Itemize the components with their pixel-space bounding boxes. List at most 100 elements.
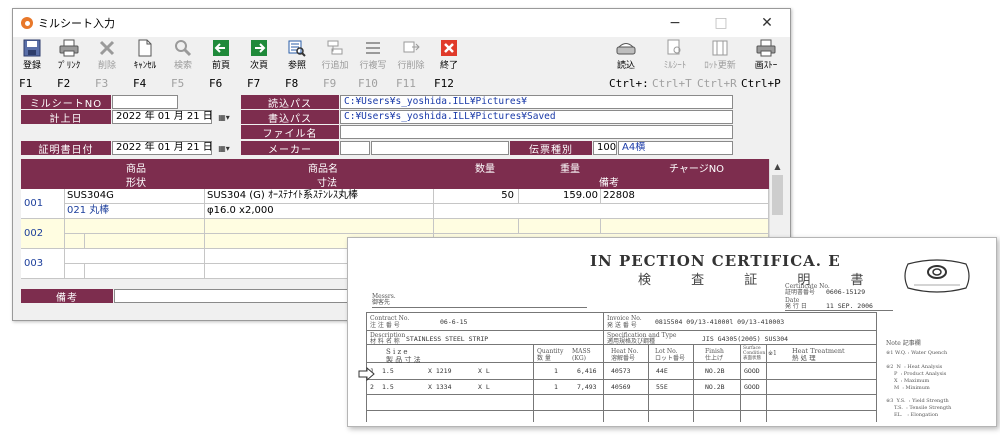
row2-charge-no[interactable] <box>601 219 769 234</box>
search-button[interactable]: 検索 <box>166 37 200 77</box>
scanner-button[interactable]: 読込 <box>609 37 643 77</box>
row-number-002[interactable]: 002 <box>21 219 65 249</box>
exit-button[interactable]: 終了 <box>432 37 466 77</box>
copy-row-label: 行複写 <box>359 61 387 71</box>
reference-icon <box>288 40 306 57</box>
cert-date-label: Date 発 行 日 <box>785 297 807 310</box>
cert-row1-heat: 40573 <box>611 367 631 375</box>
row-number-001[interactable]: 001 <box>21 189 65 219</box>
millsheet-button[interactable]: ﾐﾙｼｰﾄ <box>658 37 692 77</box>
maximize-button[interactable]: □ <box>698 9 744 37</box>
save-button[interactable]: 登録 <box>15 37 49 77</box>
print-icon <box>59 39 79 57</box>
fkey-f2: F2 <box>57 77 71 90</box>
file-name-field[interactable] <box>340 125 733 139</box>
add-row-icon <box>327 40 343 55</box>
row-number-003[interactable]: 003 <box>21 249 65 279</box>
row3-product[interactable] <box>65 249 205 264</box>
cancel-button[interactable]: ｷｬﾝｾﾙ <box>128 37 162 77</box>
cert-date-value: 11 SEP. 2006 <box>826 302 873 310</box>
window-title: ミルシート入力 <box>38 17 115 30</box>
row1-weight[interactable]: 159.00 <box>519 189 601 204</box>
fkey-f12: F12 <box>434 77 454 90</box>
toolbar: 登録 ﾌﾟﾘﾝｸ 削除 ｷｬﾝｾﾙ 検索 前頁 次頁 参照 行追加 行複写 行削… <box>13 37 790 77</box>
scroll-up-button[interactable]: ▲ <box>770 159 785 173</box>
row2-product[interactable] <box>65 219 205 234</box>
row1-charge-no[interactable]: 22808 <box>601 189 769 204</box>
row1-qty[interactable]: 50 <box>434 189 519 204</box>
fkey-f6: F6 <box>209 77 223 90</box>
cert-row1-lot: 44E <box>656 367 668 375</box>
row2-qty[interactable] <box>434 219 519 234</box>
row2-weight[interactable] <box>519 219 601 234</box>
close-button[interactable]: ✕ <box>744 9 790 37</box>
read-path-field[interactable]: C:¥Users¥s_yoshida.ILL¥Pictures¥ <box>340 95 733 109</box>
table-line <box>876 312 877 422</box>
note-2: ※2 N : Heat Analysis <box>886 364 943 370</box>
description-value: STAINLESS STEEL STRIP <box>406 335 489 343</box>
slip-type-name-field[interactable]: A4横 <box>618 141 733 155</box>
print-button[interactable]: ﾌﾟﾘﾝｸ <box>52 37 86 77</box>
cert-date-picker[interactable]: ▦▾ <box>213 141 235 155</box>
row2-shape[interactable] <box>85 234 205 249</box>
quantity-label: Quantity 数 量 <box>537 348 564 362</box>
slip-type-code-field[interactable]: 100 <box>593 141 617 155</box>
cert-row2-thickness: 1.5 <box>382 383 394 391</box>
write-path-field[interactable]: C:¥Users¥s_yoshida.ILL¥Pictures¥Saved <box>340 110 733 124</box>
lot-no-label: Lot No. ロット番号 <box>655 348 686 362</box>
prev-page-button[interactable]: 前頁 <box>204 37 238 77</box>
add-row-button[interactable]: 行追加 <box>318 37 352 77</box>
cert-row2-heat: 40569 <box>611 383 631 391</box>
cert-row1-length: X L <box>478 367 490 375</box>
cert-row1-qty: 1 <box>554 367 558 375</box>
row1-product-name[interactable]: SUS304 (G) ｵｰｽﾃﾅｲﾄ系ｽﾃﾝﾚｽ丸棒 <box>205 189 434 204</box>
print-label: ﾌﾟﾘﾝｸ <box>57 61 81 71</box>
app-icon <box>21 17 33 29</box>
row3-shape-code[interactable] <box>65 264 85 279</box>
note-3: P : Product Analysis <box>886 371 947 377</box>
table-line <box>648 344 649 422</box>
inspection-certificate-image: IN PECTION CERTIFICA. E 検 査 証 明 書 Certif… <box>347 237 997 427</box>
row1-product[interactable]: SUS304G <box>65 189 205 204</box>
table-line <box>366 330 876 331</box>
minimize-button[interactable]: − <box>652 9 698 37</box>
cert-date-label: 証明書日付 <box>21 141 111 156</box>
row1-shape[interactable]: 021 丸棒 <box>65 204 205 219</box>
note-4: X : Maximum <box>886 378 930 384</box>
cert-date-field[interactable]: 2022 年 01 月 21 日 <box>112 141 212 155</box>
next-page-button[interactable]: 次頁 <box>242 37 276 77</box>
row2-product-name[interactable] <box>205 219 434 234</box>
row-pointer-arrow-icon <box>358 367 375 381</box>
spec-value: JIS G4305(2005) SUS304 <box>702 335 789 343</box>
cert-row2-no: 2 <box>370 383 374 391</box>
reference-button[interactable]: 参照 <box>280 37 314 77</box>
posting-date-picker[interactable]: ▦▾ <box>213 110 235 124</box>
delete-row-button[interactable]: 行削除 <box>394 37 428 77</box>
cert-no-label: Certificate No. 証明書番号 <box>785 283 830 296</box>
row2-shape-code[interactable] <box>65 234 85 249</box>
row1-dimensions[interactable]: φ16.0 x2,000 <box>205 204 434 219</box>
search-label: 検索 <box>173 61 192 71</box>
date-underline <box>785 310 893 311</box>
row3-shape[interactable] <box>85 264 205 279</box>
millsheet-no-field[interactable] <box>112 95 178 109</box>
scroll-thumb[interactable] <box>772 175 783 215</box>
note-8: EL. : Elongation <box>886 412 939 418</box>
posting-date-field[interactable]: 2022 年 01 月 21 日 <box>112 110 212 124</box>
table-line <box>740 344 741 422</box>
image-store-button[interactable]: 画ｽﾄｰ <box>749 37 783 77</box>
finish-label: Finish 仕上げ <box>705 348 724 362</box>
exit-icon <box>441 40 457 56</box>
row1-remarks[interactable] <box>434 204 769 219</box>
spec-label: Specification and Type 適用規格及び鋼種 <box>607 332 677 345</box>
fkey-f3: F3 <box>95 77 109 90</box>
scanner-icon <box>616 43 636 55</box>
maker-name-field[interactable] <box>371 141 509 155</box>
slip-type-label: 伝票種別 <box>510 141 592 156</box>
table-line <box>366 379 876 380</box>
copy-row-button[interactable]: 行複写 <box>356 37 390 77</box>
col-remarks: 備考 <box>599 178 619 189</box>
maker-code-field[interactable] <box>340 141 370 155</box>
delete-button[interactable]: 削除 <box>90 37 124 77</box>
lot-update-button[interactable]: ﾛｯﾄ更新 <box>703 37 737 77</box>
